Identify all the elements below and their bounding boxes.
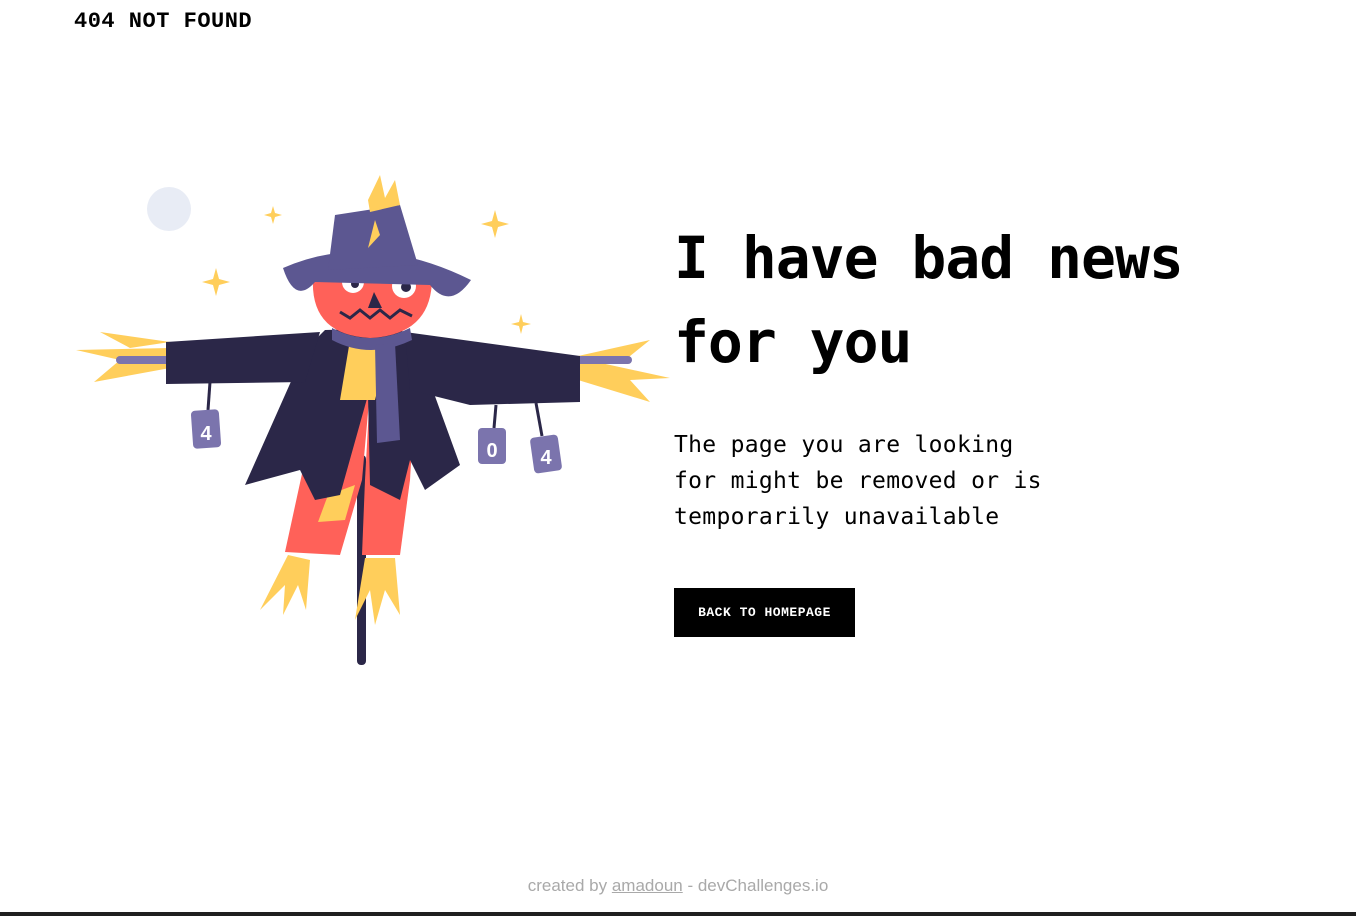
coat-sleeve-left bbox=[166, 332, 320, 384]
can-middle: 0 bbox=[478, 404, 506, 464]
back-to-homepage-button[interactable]: BACK TO HOMEPAGE bbox=[674, 588, 855, 637]
footer-prefix: created by bbox=[527, 876, 608, 895]
page-description: The page you are looking for might be re… bbox=[674, 427, 1074, 535]
can-label-2: 0 bbox=[486, 440, 497, 462]
page-headline: I have bad news for you bbox=[674, 216, 1274, 384]
scarecrow-illustration: 4 0 4 bbox=[76, 175, 670, 665]
moon-icon bbox=[147, 187, 191, 231]
can-left: 4 bbox=[190, 381, 222, 449]
author-link[interactable]: amadoun bbox=[612, 876, 683, 895]
coat-sleeve-right bbox=[405, 332, 580, 405]
description-line-2: for might be removed or is bbox=[674, 468, 1042, 494]
footer: created by amadoun - devChallenges.io bbox=[0, 876, 1356, 896]
feet-straw bbox=[260, 555, 400, 625]
can-label-3: 4 bbox=[540, 447, 552, 469]
can-right: 4 bbox=[530, 402, 562, 474]
description-line-3: temporarily unavailable bbox=[674, 504, 1000, 530]
can-label-1: 4 bbox=[200, 423, 212, 445]
site-logo[interactable]: 404 NOT FOUND bbox=[74, 8, 252, 36]
description-line-1: The page you are looking bbox=[674, 432, 1014, 458]
headline-line-2: for you bbox=[674, 308, 912, 376]
right-hand-straw bbox=[578, 340, 670, 402]
bottom-bar bbox=[0, 912, 1356, 916]
headline-line-1: I have bad news bbox=[674, 224, 1184, 292]
footer-suffix: - devChallenges.io bbox=[687, 876, 829, 895]
